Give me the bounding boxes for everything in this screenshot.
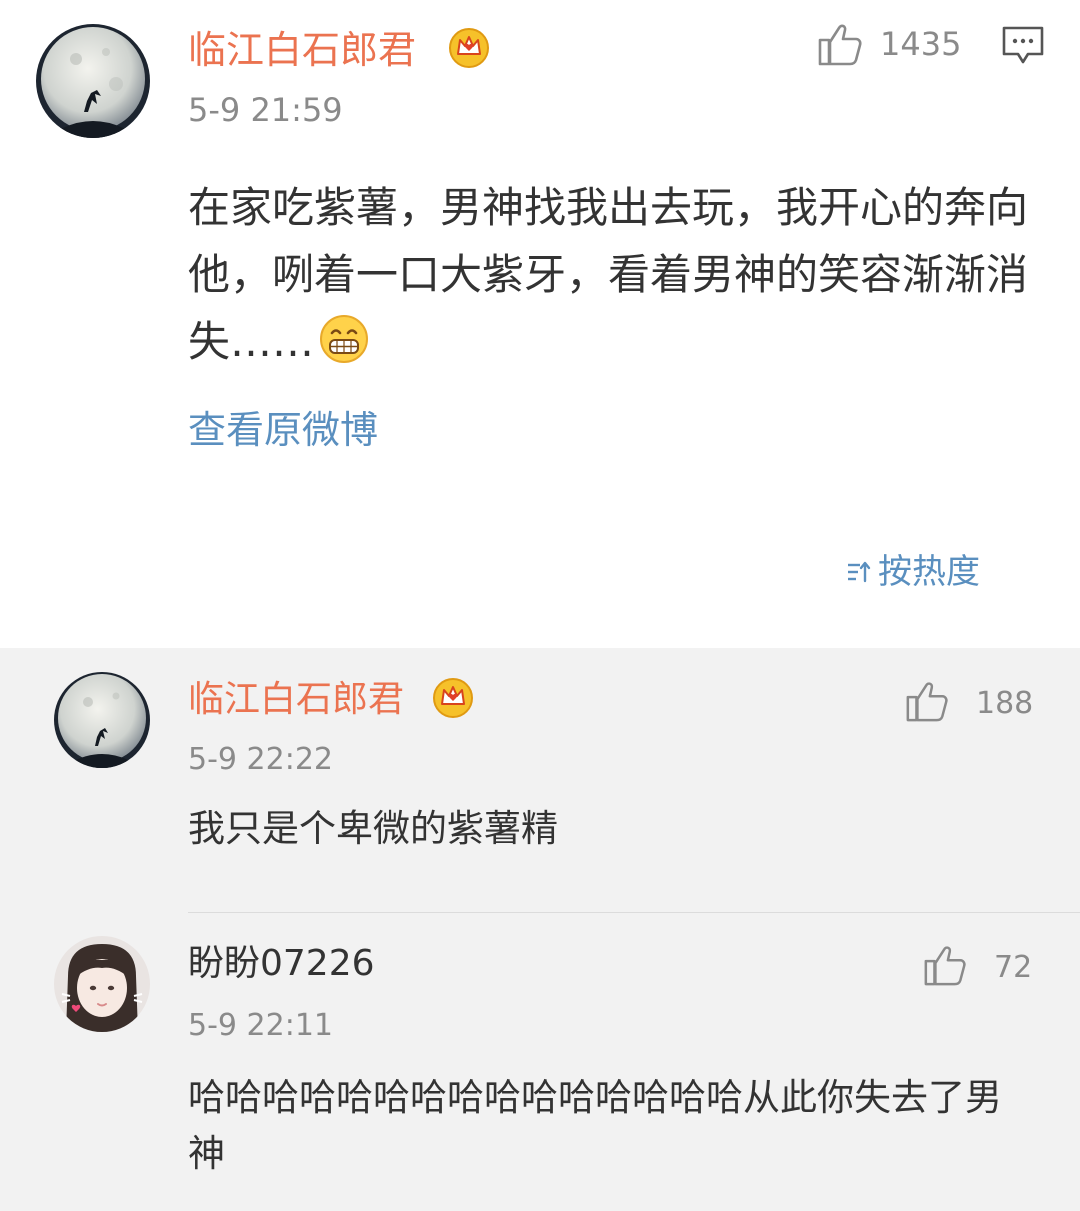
like-count: 72 [994, 950, 1033, 985]
reply-time: 5-9 22:22 [188, 742, 333, 777]
username[interactable]: 临江白石郎君 [188, 678, 404, 722]
reply-time: 5-9 22:11 [188, 1008, 333, 1043]
avatar[interactable] [54, 672, 150, 768]
vip-crown-icon [433, 678, 473, 718]
reply-list: 临江白石郎君 5-9 22:22 188 我只是个卑微的紫薯精 盼盼07226 … [0, 648, 1080, 1211]
thumbs-up-icon[interactable] [904, 678, 950, 724]
reply-text: 哈哈哈哈哈哈哈哈哈哈哈哈哈哈哈从此你失去了男神 [188, 1076, 1002, 1175]
comment-text-content: 在家吃紫薯，男神找我出去玩，我开心的奔向他，咧着一口大紫牙，看着男神的笑容渐渐消… [188, 183, 1029, 366]
girl-avatar-image [54, 936, 150, 1032]
avatar[interactable] [36, 24, 150, 138]
like-count: 1435 [880, 25, 962, 63]
sort-label: 按热度 [878, 552, 980, 592]
reply-text: 我只是个卑微的紫薯精 [188, 807, 558, 850]
main-comment: 临江白石郎君 5-9 21:59 1435 在家吃紫薯，男神找我出去玩，我开心的… [0, 0, 1080, 648]
divider [188, 912, 1080, 913]
moon-avatar-image [36, 24, 150, 138]
comment-icon[interactable] [1000, 24, 1046, 68]
vip-crown-icon [449, 28, 489, 68]
comment-time: 5-9 21:59 [188, 91, 343, 129]
comment-text: 在家吃紫薯，男神找我出去玩，我开心的奔向他，咧着一口大紫牙，看着男神的笑容渐渐消… [188, 174, 1028, 375]
thumbs-up-icon[interactable] [922, 942, 968, 988]
view-original-weibo-link[interactable]: 查看原微博 [188, 408, 378, 452]
username[interactable]: 临江白石郎君 [188, 28, 416, 72]
sort-by-hot-button[interactable]: 按热度 [846, 552, 980, 592]
moon-avatar-image [54, 672, 150, 768]
sort-icon [848, 561, 871, 583]
username[interactable]: 盼盼07226 [188, 942, 375, 986]
avatar[interactable] [54, 936, 150, 1032]
like-count: 188 [976, 686, 1034, 721]
thumbs-up-icon[interactable] [816, 20, 864, 68]
grin-emoji-icon [320, 314, 369, 363]
